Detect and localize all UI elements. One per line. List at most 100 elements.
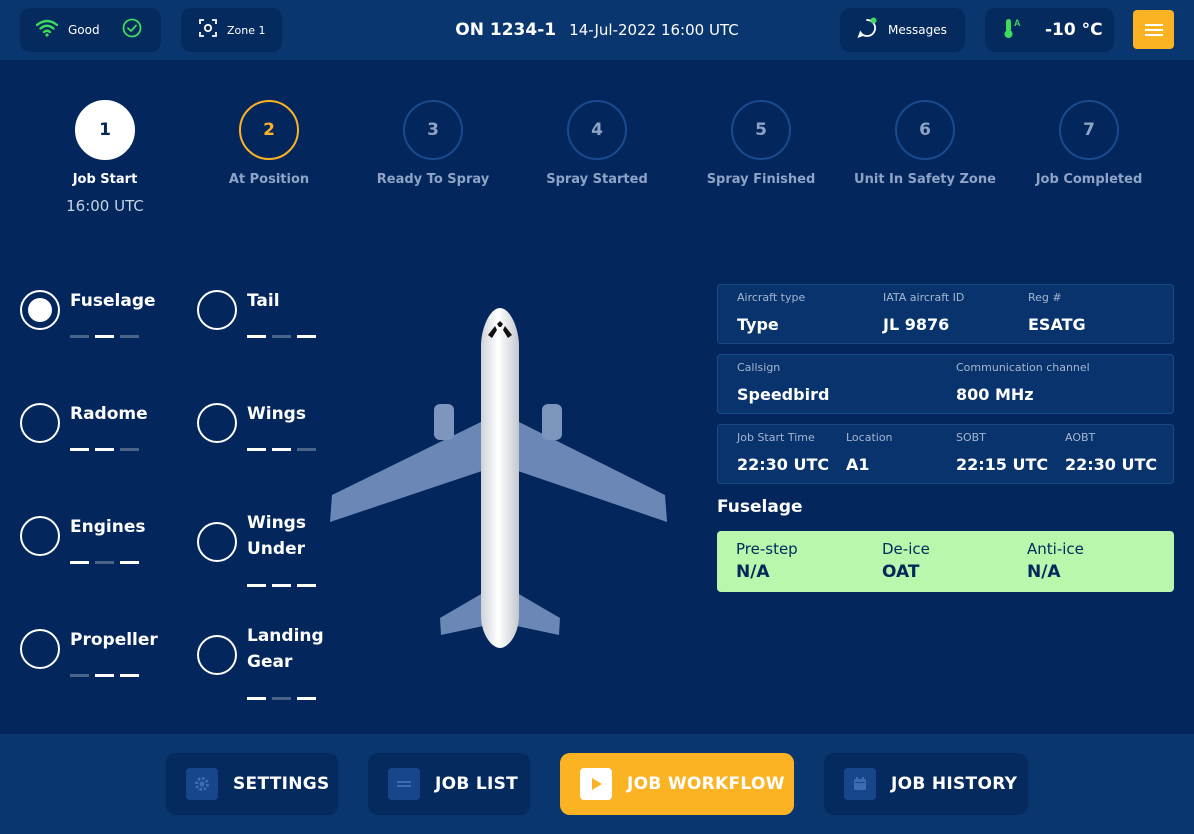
progress-segment bbox=[120, 335, 139, 338]
step-label: Ready To Spray bbox=[376, 172, 490, 187]
aircraft-info-card: Aircraft type Type IATA aircraft ID JL 9… bbox=[717, 284, 1174, 344]
reg-value: ESATG bbox=[1028, 315, 1086, 334]
zone-name: Wings Under bbox=[247, 513, 306, 559]
messages-label: Messages bbox=[888, 23, 947, 37]
channel-field: Communication channel 800 MHz bbox=[956, 361, 1090, 404]
iata-id-field: IATA aircraft ID JL 9876 bbox=[883, 291, 964, 334]
step-label: Unit In Safety Zone bbox=[854, 172, 996, 187]
zone-engines[interactable]: Engines bbox=[20, 514, 190, 584]
progress-segment bbox=[297, 335, 316, 338]
comms-card: Callsign Speedbird Communication channel… bbox=[717, 354, 1174, 414]
progress-segment bbox=[70, 448, 89, 451]
progress-segment bbox=[247, 584, 266, 587]
zone-radio[interactable] bbox=[20, 629, 60, 669]
chat-icon bbox=[856, 17, 878, 43]
thermometer-icon: A bbox=[1003, 17, 1023, 43]
zone-radio[interactable] bbox=[197, 403, 237, 443]
prestep-field: Pre-step N/A bbox=[736, 540, 798, 582]
zone-radio[interactable] bbox=[197, 290, 237, 330]
prestep-label: Pre-step bbox=[736, 540, 798, 558]
aircraft-illustration bbox=[320, 300, 680, 660]
step-3[interactable]: 3 Ready To Spray bbox=[351, 100, 515, 187]
list-icon bbox=[388, 768, 420, 800]
deice-label: De-ice bbox=[882, 540, 930, 558]
zone-progress bbox=[70, 335, 139, 338]
location-label: Location bbox=[846, 431, 893, 444]
step-label: Job Completed bbox=[1035, 172, 1143, 187]
progress-segment bbox=[70, 674, 89, 677]
job-start-field: Job Start Time 22:30 UTC bbox=[737, 431, 829, 474]
aobt-value: 22:30 UTC bbox=[1065, 455, 1158, 474]
zone-radio[interactable] bbox=[197, 635, 237, 675]
progress-segment bbox=[120, 448, 139, 451]
job-list-button[interactable]: JOB LIST bbox=[368, 753, 530, 815]
aobt-field: AOBT 22:30 UTC bbox=[1065, 431, 1157, 474]
step-label: At Position bbox=[228, 172, 310, 187]
zone-name: Radome bbox=[70, 404, 148, 424]
step-1[interactable]: 1 Job Start 16:00 UTC bbox=[23, 100, 187, 215]
sobt-label: SOBT bbox=[956, 431, 986, 444]
step-2[interactable]: 2 At Position bbox=[187, 100, 351, 187]
progress-segment bbox=[272, 584, 291, 587]
step-number: 5 bbox=[731, 100, 791, 160]
deice-field: De-ice OAT bbox=[882, 540, 930, 582]
zone-radome[interactable]: Radome bbox=[20, 401, 190, 471]
job-history-button[interactable]: JOB HISTORY bbox=[824, 753, 1028, 815]
step-6[interactable]: 6 Unit In Safety Zone bbox=[843, 100, 1007, 187]
job-history-label: JOB HISTORY bbox=[891, 774, 1018, 794]
settings-label: SETTINGS bbox=[233, 774, 330, 794]
step-4[interactable]: 4 Spray Started bbox=[515, 100, 679, 187]
step-number: 2 bbox=[239, 100, 299, 160]
antiice-field: Anti-ice N/A bbox=[1027, 540, 1084, 582]
zone-name: Engines bbox=[70, 517, 146, 537]
zone-name: Landing Gear bbox=[247, 626, 324, 672]
antiice-label: Anti-ice bbox=[1027, 540, 1084, 558]
iata-id-label: IATA aircraft ID bbox=[883, 291, 965, 304]
step-label: Spray Started bbox=[546, 172, 648, 187]
channel-label: Communication channel bbox=[956, 361, 1090, 374]
step-number: 6 bbox=[895, 100, 955, 160]
top-bar: Good Zone 1 ON 1234-1 14-Jul-2022 16:00 … bbox=[0, 0, 1194, 60]
flight-datetime: 14-Jul-2022 16:00 UTC bbox=[569, 21, 739, 39]
step-number: 3 bbox=[403, 100, 463, 160]
job-workflow-button[interactable]: JOB WORKFLOW bbox=[560, 753, 794, 815]
progress-segment bbox=[297, 448, 316, 451]
callsign-value: Speedbird bbox=[737, 385, 830, 404]
callsign-label: Callsign bbox=[737, 361, 781, 374]
zone-progress bbox=[247, 584, 316, 587]
settings-button[interactable]: SETTINGS bbox=[166, 753, 338, 815]
reg-label: Reg # bbox=[1028, 291, 1062, 304]
deice-value: OAT bbox=[882, 562, 920, 582]
job-workflow-label: JOB WORKFLOW bbox=[627, 774, 785, 794]
step-number: 7 bbox=[1059, 100, 1119, 160]
zone-radio[interactable] bbox=[197, 522, 237, 562]
progress-segment bbox=[70, 561, 89, 564]
fluid-status-card: Pre-step N/A De-ice OAT Anti-ice N/A bbox=[717, 531, 1174, 592]
zone-radio[interactable] bbox=[20, 516, 60, 556]
zone-progress bbox=[70, 674, 139, 677]
zone-progress bbox=[70, 448, 139, 451]
step-7[interactable]: 7 Job Completed bbox=[1007, 100, 1171, 187]
progress-segment bbox=[272, 335, 291, 338]
temperature-display: A -10 °C bbox=[985, 8, 1114, 52]
calendar-icon bbox=[844, 768, 876, 800]
step-5[interactable]: 5 Spray Finished bbox=[679, 100, 843, 187]
zone-radio[interactable] bbox=[20, 290, 60, 330]
schedule-card: Job Start Time 22:30 UTC Location A1 SOB… bbox=[717, 424, 1174, 484]
zone-fuselage[interactable]: Fuselage bbox=[20, 288, 190, 358]
temperature-value: -10 °C bbox=[1045, 20, 1103, 40]
progress-segment bbox=[297, 697, 316, 700]
progress-segment bbox=[95, 561, 114, 564]
sobt-value: 22:15 UTC bbox=[956, 455, 1049, 474]
aircraft-type-label: Aircraft type bbox=[737, 291, 806, 304]
progress-segment bbox=[95, 335, 114, 338]
zone-progress bbox=[247, 697, 316, 700]
hamburger-icon[interactable] bbox=[1133, 10, 1174, 49]
messages-button[interactable]: Messages bbox=[840, 8, 965, 52]
zone-radio[interactable] bbox=[20, 403, 60, 443]
aobt-label: AOBT bbox=[1065, 431, 1096, 444]
job-list-label: JOB LIST bbox=[435, 774, 519, 794]
zone-propeller[interactable]: Propeller bbox=[20, 627, 190, 697]
step-label: Job Start bbox=[72, 172, 138, 187]
progress-segment bbox=[247, 697, 266, 700]
